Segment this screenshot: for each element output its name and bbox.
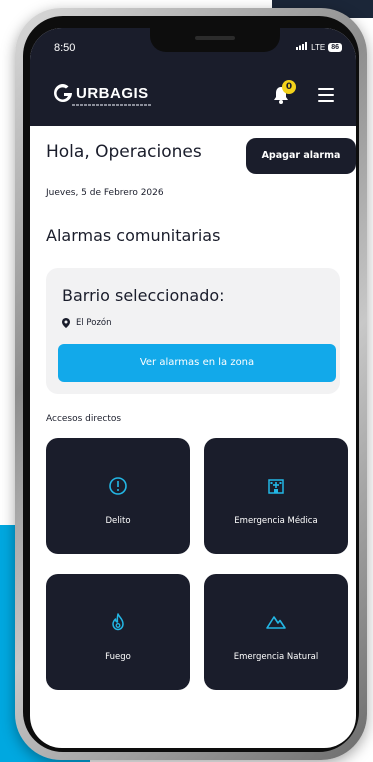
selected-location: El Pozón <box>62 318 112 328</box>
notification-badge: 0 <box>282 80 296 94</box>
shortcut-tile-crime[interactable]: Delito <box>46 438 190 554</box>
hospital-icon <box>204 476 348 496</box>
phone-notch <box>150 28 280 52</box>
alert-circle-icon <box>46 476 190 496</box>
signal-icon <box>296 42 308 52</box>
battery-icon: 86 <box>328 42 342 52</box>
shortcut-tile-medical[interactable]: Emergencia Médica <box>204 438 348 554</box>
app-screen: 8:50 LTE 86 URBAGIS 0 Hola, Operaciones <box>30 28 356 748</box>
card-title: Barrio seleccionado: <box>62 286 225 305</box>
network-label: LTE <box>311 42 326 52</box>
mountain-icon <box>204 612 348 632</box>
fire-icon <box>46 612 190 632</box>
shortcut-label: Emergencia Médica <box>234 516 318 526</box>
location-pin-icon <box>62 318 70 328</box>
shortcut-tile-fire[interactable]: Fuego <box>46 574 190 690</box>
section-title: Alarmas comunitarias <box>46 226 221 245</box>
app-logo: URBAGIS <box>52 82 149 104</box>
turn-off-alarm-button[interactable]: Apagar alarma <box>246 138 356 174</box>
greeting-title: Hola, Operaciones <box>46 142 202 162</box>
neighborhood-card: Barrio seleccionado: El Pozón Ver alarma… <box>46 268 340 394</box>
current-date: Jueves, 5 de Febrero 2026 <box>46 188 164 198</box>
shortcuts-label: Accesos directos <box>46 414 122 424</box>
location-name: El Pozón <box>76 318 112 328</box>
view-alarms-button[interactable]: Ver alarmas en la zona <box>58 344 336 382</box>
logo-text: URBAGIS <box>76 84 149 102</box>
logo-g-icon <box>54 84 72 102</box>
shortcut-label: Delito <box>105 516 131 526</box>
hamburger-menu-icon[interactable] <box>318 88 334 102</box>
shortcut-label: Emergencia Natural <box>233 652 319 662</box>
shortcut-label: Fuego <box>105 652 131 662</box>
status-indicators: LTE 86 <box>296 42 342 52</box>
status-time: 8:50 <box>54 42 76 54</box>
speaker <box>195 36 235 40</box>
shortcut-tile-natural[interactable]: Emergencia Natural <box>204 574 348 690</box>
logo-tagline <box>72 104 152 106</box>
